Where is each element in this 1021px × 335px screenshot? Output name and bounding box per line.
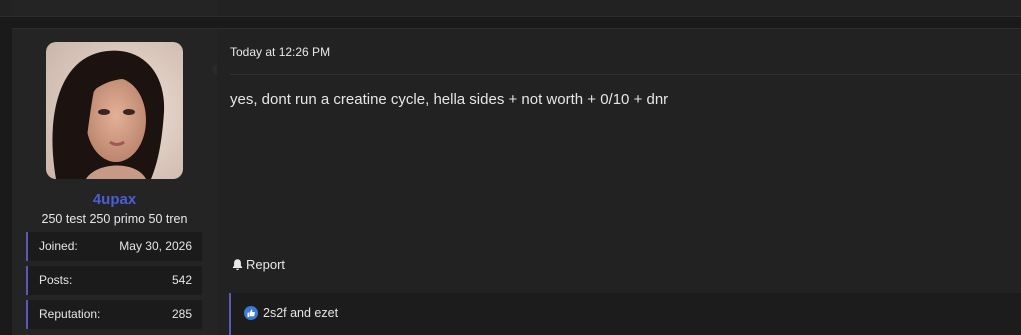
reaction-users[interactable]: 2s2f and ezet <box>263 306 338 320</box>
avatar[interactable] <box>46 42 183 179</box>
bell-icon <box>231 258 244 271</box>
post-body: yes, dont run a creatine cycle, hella si… <box>230 91 669 108</box>
stat-reputation: Reputation: 285 <box>26 300 202 329</box>
report-label: Report <box>246 257 286 272</box>
divider <box>0 16 1021 17</box>
user-column: 4upax 250 test 250 primo 50 tren Joined:… <box>12 29 217 335</box>
previous-post-strip <box>0 0 1021 17</box>
stat-label: Posts: <box>39 273 73 287</box>
stat-value: 285 <box>171 307 192 321</box>
stat-label: Joined: <box>39 239 78 253</box>
header-divider <box>230 74 1021 75</box>
post-main: Today at 12:26 PM yes, dont run a creati… <box>217 29 1021 335</box>
username[interactable]: 4upax <box>12 191 217 208</box>
stat-label: Reputation: <box>39 307 101 321</box>
like-icon <box>244 306 258 320</box>
post-timestamp[interactable]: Today at 12:26 PM <box>230 45 330 59</box>
stat-value: 542 <box>171 273 192 287</box>
stat-value: May 30, 2026 <box>119 239 192 253</box>
report-button[interactable]: Report <box>231 257 285 272</box>
post-container: 4upax 250 test 250 primo 50 tren Joined:… <box>12 28 1021 335</box>
stat-joined: Joined: May 30, 2026 <box>26 232 202 261</box>
user-title: 250 test 250 primo 50 tren <box>41 212 188 226</box>
reactions-bar[interactable]: 2s2f and ezet <box>229 293 1021 335</box>
previous-post-user-column <box>12 0 217 16</box>
stat-posts: Posts: 542 <box>26 266 202 295</box>
